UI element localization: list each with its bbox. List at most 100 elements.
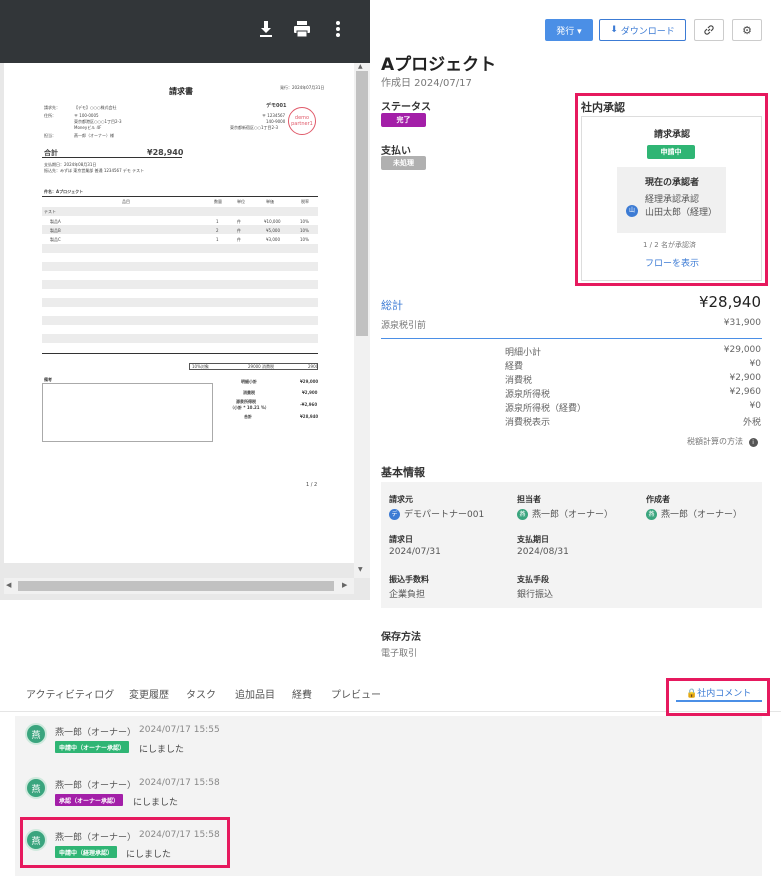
pdf-page-pane[interactable]: 請求書 発行：2024年07月31日 請求先： 【デモ】○○○株式会社 住所： …: [4, 63, 354, 563]
from-value: デデモパートナー001: [389, 507, 484, 520]
approver-name: 山田太郎（経理）: [645, 208, 718, 218]
doc-total-label: 合計: [44, 149, 58, 157]
doc-title: 請求書: [169, 87, 193, 96]
doc-group: テスト: [44, 209, 56, 214]
page-number: 1 / 2: [306, 482, 318, 488]
status-label: ステータス: [381, 102, 431, 113]
horizontal-scrollbar[interactable]: ◀ ▶: [4, 578, 354, 594]
breakdown-value: ¥29,000: [723, 345, 761, 355]
doc-subject: 件名：Aプロジェクト: [44, 189, 84, 194]
scroll-left-icon[interactable]: ◀: [6, 581, 11, 589]
avatar: 山: [626, 205, 638, 217]
scroll-right-icon[interactable]: ▶: [342, 581, 347, 589]
total-label: 総計: [381, 299, 403, 312]
staff-value: 燕燕一郎（オーナー）: [517, 507, 613, 520]
more-vert-icon[interactable]: [326, 20, 350, 42]
sum-label: 消費税: [243, 390, 255, 395]
tax-box-label: 10%対象: [192, 364, 209, 369]
staff-name: 燕一郎（オーナー）: [532, 510, 614, 520]
tab-change-history[interactable]: 変更履歴: [129, 686, 169, 701]
download-icon: ⬇: [610, 25, 618, 35]
doc-row-qty: 2: [216, 228, 219, 233]
tax-method-link[interactable]: 税額計算の方法 i: [687, 436, 758, 447]
download-button[interactable]: ⬇ ダウンロード: [599, 19, 686, 41]
viewer-toolbar: [0, 0, 370, 63]
status-badge: 申請中（オーナー承認）: [55, 741, 130, 753]
info-icon: i: [748, 438, 758, 447]
tab-activity-log[interactable]: アクティビティログ: [26, 686, 114, 701]
sum-label: 合計: [244, 414, 252, 419]
log-suffix: にしました: [133, 798, 179, 808]
sum-label: 源泉所得税: [236, 399, 256, 404]
creator-name: 燕一郎（オーナー）: [661, 510, 743, 520]
tab-preview[interactable]: プレビュー: [331, 686, 381, 701]
settings-button[interactable]: ⚙: [732, 19, 762, 41]
fee-value: 企業負担: [389, 590, 426, 600]
col-item: 品目: [122, 199, 130, 204]
print-icon[interactable]: [290, 20, 314, 42]
tab-internal-comment[interactable]: 🔒社内コメント: [686, 686, 751, 699]
scroll-thumb[interactable]: [18, 581, 334, 591]
approval-sub: 請求承認: [654, 130, 691, 140]
current-approver-label: 現在の承認者: [645, 178, 700, 188]
log-time: 2024/07/17 15:55: [139, 725, 220, 735]
pre-withholding-label: 源泉税引前: [381, 321, 427, 331]
tab-tasks[interactable]: タスク: [186, 686, 216, 701]
creator-label: 作成者: [646, 495, 670, 504]
doc-row-unit: 件: [237, 219, 241, 224]
gear-icon: ⚙: [742, 23, 752, 37]
created-date: 作成日 2024/07/17: [381, 78, 472, 89]
tax-box-value: 29000: [248, 364, 261, 369]
approval-status-badge: 申請中: [647, 145, 695, 159]
doc-row-item: 製品C: [50, 237, 61, 242]
tax-box-label2: 消費税: [262, 364, 274, 369]
pre-withholding-value: ¥31,900: [723, 318, 761, 328]
doc-row-price: ¥3,000: [266, 237, 280, 242]
issue-button[interactable]: 発行 ▾: [545, 19, 593, 41]
col-qty: 数量: [214, 199, 222, 204]
doc-row-unit: 件: [237, 228, 241, 233]
sum-label: 明細小計: [241, 379, 257, 384]
breakdown-label: 源泉所得税（経費）: [505, 404, 587, 414]
from-name: デモパートナー001: [404, 510, 485, 520]
show-flow-link[interactable]: フローを表示: [645, 256, 699, 269]
vertical-scrollbar[interactable]: ▲ ▼: [354, 63, 370, 578]
avatar: 燕: [25, 777, 47, 799]
lock-icon: 🔒: [686, 689, 698, 699]
staff-label: 担当者: [517, 495, 541, 504]
divider: [381, 338, 762, 339]
log-time: 2024/07/17 15:58: [139, 830, 220, 840]
download-icon[interactable]: [254, 20, 278, 42]
invoice-page: 請求書 発行：2024年07月31日 請求先： 【デモ】○○○株式会社 住所： …: [4, 63, 354, 563]
breakdown-label: 源泉所得税: [505, 390, 551, 400]
status-badge: 完了: [381, 113, 426, 127]
doc-person-label: 担当：: [44, 133, 56, 138]
breakdown-value: ¥0: [749, 359, 761, 369]
breakdown-value: 外税: [742, 418, 761, 428]
scroll-thumb[interactable]: [356, 71, 368, 336]
tab-expenses[interactable]: 経費: [292, 686, 312, 701]
scroll-up-icon[interactable]: ▲: [358, 63, 363, 70]
memo-box: [42, 383, 213, 442]
creator-value: 燕燕一郎（オーナー）: [646, 507, 742, 520]
log-user: 燕一郎（オーナー）: [55, 781, 137, 791]
breakdown-value: ¥0: [749, 401, 761, 411]
copy-link-button[interactable]: [694, 19, 724, 41]
tab-additional-items[interactable]: 追加品目: [235, 686, 275, 701]
breakdown-value: ¥2,960: [729, 387, 762, 397]
approval-progress: 1 / 2 名が承認済: [643, 241, 696, 249]
col-unit: 単位: [237, 199, 245, 204]
active-tab-underline: [676, 700, 762, 702]
doc-to-name: 【デモ】○○○株式会社: [74, 105, 117, 110]
col-price: 単価: [266, 199, 274, 204]
breakdown-label: 消費税表示: [505, 418, 551, 428]
avatar: デ: [389, 509, 400, 520]
avatar: 燕: [25, 723, 47, 745]
pay-method-label: 支払手段: [517, 575, 549, 584]
invoice-date: 2024/07/31: [389, 547, 441, 557]
from-label: 請求元: [389, 495, 413, 504]
scroll-down-icon[interactable]: ▼: [358, 566, 363, 573]
approval-step: 経理承認承認: [645, 195, 700, 205]
sum-value: -¥2,960: [300, 402, 318, 407]
basic-info-panel: [381, 482, 762, 608]
